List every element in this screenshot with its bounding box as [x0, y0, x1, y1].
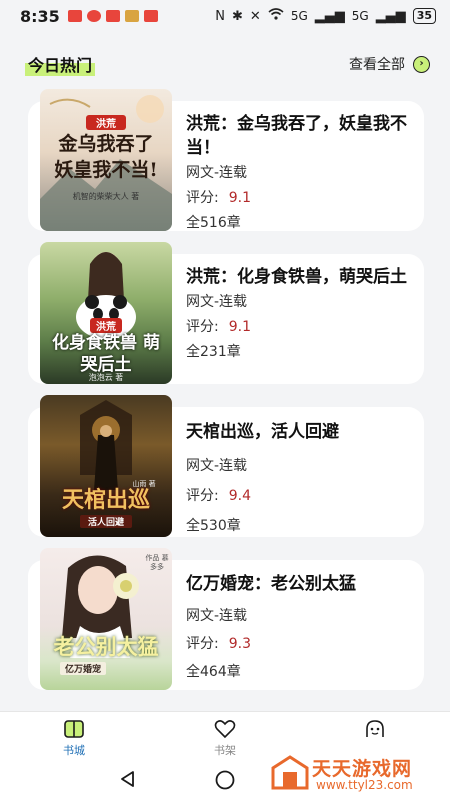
section-title: 今日热门: [25, 52, 96, 76]
silent-icon: ✕: [249, 8, 261, 24]
book-cover[interactable]: 洪荒 金乌我吞了 妖皇我不当! 机智的柴柴大人 著: [40, 89, 172, 231]
book-info: 洪荒：化身食铁兽，萌哭后土 网文-连载 评分: 9.1 全231章: [186, 265, 421, 360]
watermark-url: www.ttyl23.com: [316, 778, 413, 792]
score-label: 评分:: [186, 488, 219, 504]
mail-notification-icon: [105, 10, 120, 22]
book-cover[interactable]: 洪荒 化身食铁兽 萌哭后土 泡泡云 著: [40, 242, 172, 384]
chevron-right-icon: ›: [413, 55, 430, 73]
signal-icon: ▂▄▆: [375, 8, 406, 24]
cover-title: 化身食铁兽 萌哭后土: [52, 333, 160, 375]
notification-icons: [67, 10, 158, 22]
heart-icon: [195, 718, 255, 740]
score-label: 评分:: [186, 319, 219, 335]
book-cover[interactable]: 天棺出巡 活人回避 山雨 著: [40, 395, 172, 537]
book-score: 评分: 9.1: [186, 319, 421, 335]
score-label: 评分:: [186, 636, 219, 652]
book-info: 洪荒：金乌我吞了，妖皇我不当！ 网文-连载 评分: 9.1 全516章: [186, 112, 421, 231]
cover-author: 作品 慕多多: [145, 554, 169, 571]
bluetooth-icon: ✱: [232, 8, 243, 24]
score-value: 9.1: [228, 319, 251, 335]
wifi-icon: [268, 8, 284, 24]
score-value: 9.1: [228, 190, 251, 206]
book-category: 网文-连载: [186, 165, 248, 181]
cover-author: 山雨 著: [132, 480, 156, 488]
cover-author: 机智的柴柴大人 著: [72, 192, 140, 201]
book-chapters: 全464章: [186, 664, 241, 680]
book-chapters: 全231章: [186, 344, 241, 360]
book-title[interactable]: 洪荒：金乌我吞了，妖皇我不当！: [186, 112, 421, 160]
status-bar: 8:35 N ✱ ✕ 5G ▂▄▆ 5G ▂▄▆ 35: [0, 0, 450, 32]
book-score: 评分: 9.4: [186, 488, 421, 504]
book-category: 网文-连载: [186, 458, 248, 474]
battery-icon: 35: [412, 8, 436, 24]
score-value: 9.3: [228, 636, 251, 652]
book-chapters: 全530章: [186, 518, 241, 534]
cover-tag: 洪荒: [90, 318, 122, 333]
tab-bookshelf[interactable]: 书架: [195, 718, 255, 758]
book-info: 亿万婚宠：老公别太猛 网文-连载 评分: 9.3 全464章: [186, 572, 421, 680]
signal-icon: ▂▄▆: [314, 8, 345, 24]
mail-notification-icon: [67, 10, 82, 22]
back-icon[interactable]: [118, 769, 138, 793]
cover-title: 老公别太猛: [53, 634, 159, 659]
book-category: 网文-连载: [186, 294, 248, 310]
book-title[interactable]: 亿万婚宠：老公别太猛: [186, 572, 421, 596]
watermark-logo-icon: [271, 755, 309, 790]
book-title[interactable]: 天棺出巡，活人回避: [186, 420, 421, 444]
tab-label: 书城: [63, 744, 85, 757]
cover-tag: 活人回避: [80, 515, 132, 528]
mail-notification-icon: [143, 10, 158, 22]
book-chapters: 全516章: [186, 215, 241, 231]
app-notification-icon: [124, 10, 139, 22]
book-cover[interactable]: 老公别太猛 亿万婚宠 作品 慕多多: [40, 548, 172, 690]
cover-author: 泡泡云 著: [88, 373, 124, 382]
book-info: 天棺出巡，活人回避 网文-连载 评分: 9.4 全530章: [186, 420, 421, 534]
tab-label: 书架: [214, 744, 236, 757]
home-icon[interactable]: [214, 769, 236, 795]
tab-book-city[interactable]: 书城: [44, 718, 104, 758]
cover-title: 金乌我吞了 妖皇我不当!: [54, 133, 158, 181]
profile-icon: [345, 718, 405, 740]
cover-tag: 亿万婚宠: [60, 662, 106, 675]
status-time: 8:35: [20, 6, 60, 26]
score-value: 9.4: [228, 488, 251, 504]
tab-profile[interactable]: [345, 718, 405, 742]
watermark: 天天游戏网 www.ttyl23.com: [266, 750, 446, 796]
signal-label-2: 5G: [351, 9, 369, 23]
book-city-icon: [44, 718, 104, 740]
book-title[interactable]: 洪荒：化身食铁兽，萌哭后土: [186, 265, 421, 289]
watermark-title: 天天游戏网: [312, 758, 413, 780]
book-category: 网文-连载: [186, 608, 248, 624]
signal-label-1: 5G: [290, 9, 308, 23]
section-header: 今日热门 查看全部 ›: [25, 50, 430, 78]
app-notification-icon: [86, 10, 101, 22]
see-all-button[interactable]: 查看全部 ›: [349, 54, 430, 74]
status-right: N ✱ ✕ 5G ▂▄▆ 5G ▂▄▆ 35: [215, 8, 436, 24]
cover-tag: 洪荒: [86, 115, 126, 130]
book-score: 评分: 9.1: [186, 190, 421, 206]
see-all-label: 查看全部: [349, 57, 405, 73]
book-score: 评分: 9.3: [186, 636, 421, 652]
score-label: 评分:: [186, 190, 219, 206]
nfc-icon: N: [215, 8, 225, 24]
cover-title: 天棺出巡: [61, 487, 150, 513]
